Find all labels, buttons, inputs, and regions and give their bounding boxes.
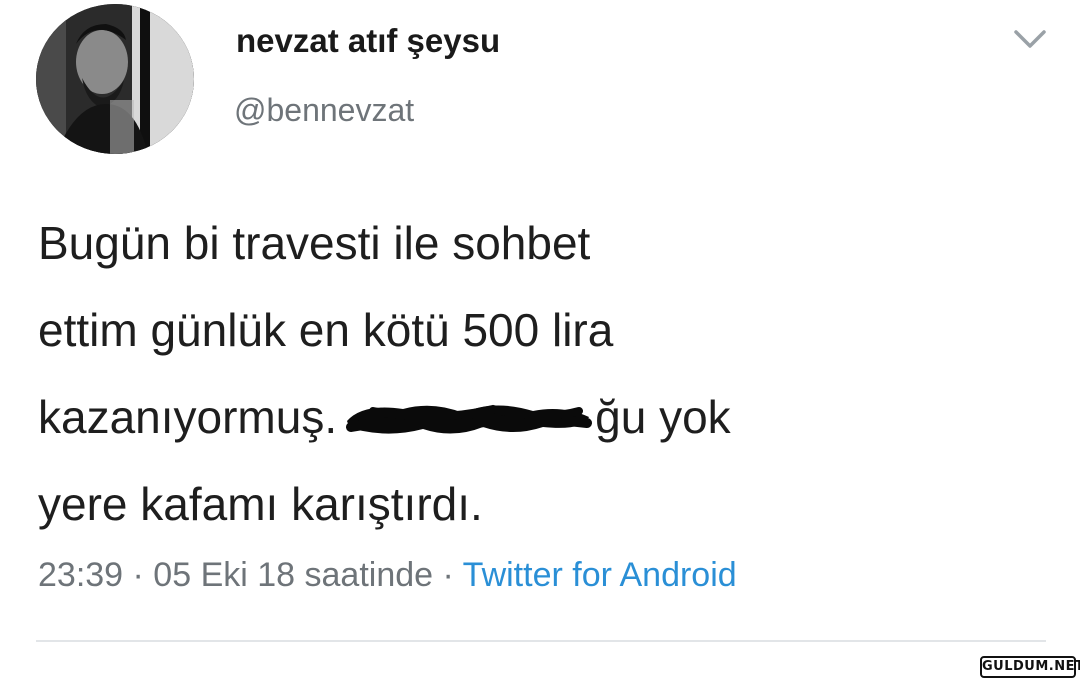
tweet-line-2: ettim günlük en kötü 500 lira [38,304,614,356]
tweet-line-3-end: ğu yok [595,391,731,443]
redaction-scribble [343,399,593,439]
avatar[interactable] [36,4,194,154]
tweet-source-link[interactable]: Twitter for Android [463,556,737,594]
tweet-meta: 23:39 · 05 Eki 18 saatinde · Twitter for… [38,556,737,595]
profile-photo-icon [36,4,194,154]
chevron-down-icon [1014,30,1046,48]
author-display-name[interactable]: nevzat atıf şeysu [236,22,500,60]
tweet-menu-button[interactable] [1010,24,1050,54]
divider [36,640,1046,642]
site-watermark-logo: GULDUM.NET [980,656,1080,678]
author-handle[interactable]: @bennevzat [234,92,414,129]
tweet-card: nevzat atıf şeysu @bennevzat Bugün bi tr… [0,0,1080,682]
tweet-line-3: kazanıyormuş. ğu yok [38,374,1048,461]
tweet-line-3-start: kazanıyormuş. [38,391,338,443]
tweet-timestamp[interactable]: 23:39 · 05 Eki 18 saatinde · [38,556,454,594]
tweet-line-4: yere kafamı karıştırdı. [38,478,483,530]
tweet-body: Bugün bi travesti ile sohbet ettim günlü… [38,200,1048,548]
tweet-line-1: Bugün bi travesti ile sohbet [38,217,591,269]
